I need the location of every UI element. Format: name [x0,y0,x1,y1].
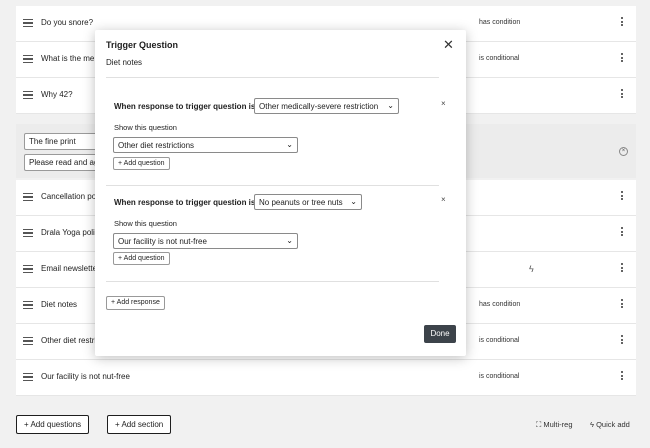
more-vertical-icon[interactable] [620,227,624,238]
trigger-question-modal: Trigger Question Diet notes ✕ When respo… [95,30,466,356]
modal-title: Trigger Question [106,40,179,50]
drag-handle-icon[interactable] [23,91,33,99]
question-label: Other diet restri [41,336,97,345]
drag-handle-icon[interactable] [23,19,33,27]
drag-handle-icon[interactable] [23,193,33,201]
question-label: Cancellation po [41,192,97,201]
chevron-down-icon: ⌄ [286,140,293,149]
question-label: What is the me [41,54,95,63]
drag-handle-icon[interactable] [23,301,33,309]
more-vertical-icon[interactable] [620,89,624,100]
trigger-response-select[interactable]: No peanuts or tree nuts ⌄ [254,194,362,210]
remove-response-icon[interactable]: × [441,99,446,108]
multi-reg-link[interactable]: ⛶ Multi-reg [536,420,573,430]
more-vertical-icon[interactable] [620,191,624,202]
more-vertical-icon[interactable] [620,371,624,382]
trigger-condition-label: When response to trigger question is [114,102,256,111]
add-question-button[interactable]: + Add question [113,252,170,265]
drag-handle-icon[interactable] [23,265,33,273]
close-icon[interactable]: × [619,147,628,156]
close-icon[interactable]: ✕ [443,38,454,51]
condition-status: is conditional [479,337,520,344]
condition-status: is conditional [479,373,520,380]
divider [106,281,439,282]
add-questions-button[interactable]: + Add questions [16,415,90,434]
list-footer: + Add questions + Add section ⛶ Multi-re… [0,404,650,448]
question-label: Email newslette [41,264,98,273]
chevron-down-icon: ⌄ [350,197,357,206]
drag-handle-icon[interactable] [23,373,33,381]
question-row[interactable]: Our facility is not nut-free is conditio… [16,360,636,396]
trigger-response-value: No peanuts or tree nuts [259,198,343,207]
question-label: Do you snore? [41,18,94,27]
more-vertical-icon[interactable] [620,17,624,28]
lightning-icon[interactable]: ϟ [529,264,534,274]
add-question-button[interactable]: + Add question [113,157,170,170]
more-vertical-icon[interactable] [620,263,624,274]
drag-handle-icon[interactable] [23,337,33,345]
multi-reg-icon: ⛶ [536,420,542,429]
question-label: Our facility is not nut-free [41,372,130,381]
show-question-select[interactable]: Other diet restrictions ⌄ [113,137,298,153]
done-button[interactable]: Done [424,325,456,343]
chevron-down-icon: ⌄ [387,101,394,110]
add-section-button[interactable]: + Add section [107,415,172,434]
drag-handle-icon[interactable] [23,229,33,237]
more-vertical-icon[interactable] [620,335,624,346]
more-vertical-icon[interactable] [620,53,624,64]
multi-reg-label: Multi-reg [543,420,573,429]
condition-status: has condition [479,301,521,308]
modal-subtitle: Diet notes [106,58,143,67]
show-question-label: Show this question [114,123,177,132]
chevron-down-icon: ⌄ [286,236,293,245]
show-question-value: Our facility is not nut-free [118,237,207,246]
question-label: Drala Yoga poli [41,228,95,237]
show-question-select[interactable]: Our facility is not nut-free ⌄ [113,233,298,249]
divider [106,77,439,78]
condition-status: has condition [479,19,521,26]
add-response-button[interactable]: + Add response [106,296,165,310]
condition-status: is conditional [479,55,520,62]
lightning-icon: ϟ [590,420,594,429]
more-vertical-icon[interactable] [620,299,624,310]
quick-add-label: Quick add [596,420,630,429]
remove-response-icon[interactable]: × [441,195,446,204]
drag-handle-icon[interactable] [23,55,33,63]
trigger-response-value: Other medically-severe restriction [259,102,379,111]
question-label: Diet notes [41,300,78,309]
show-question-label: Show this question [114,219,177,228]
divider [106,185,439,186]
question-label: Why 42? [41,90,73,99]
trigger-response-select[interactable]: Other medically-severe restriction ⌄ [254,98,399,114]
trigger-condition-label: When response to trigger question is [114,198,256,207]
quick-add-link[interactable]: ϟ Quick add [590,420,630,429]
show-question-value: Other diet restrictions [118,141,195,150]
